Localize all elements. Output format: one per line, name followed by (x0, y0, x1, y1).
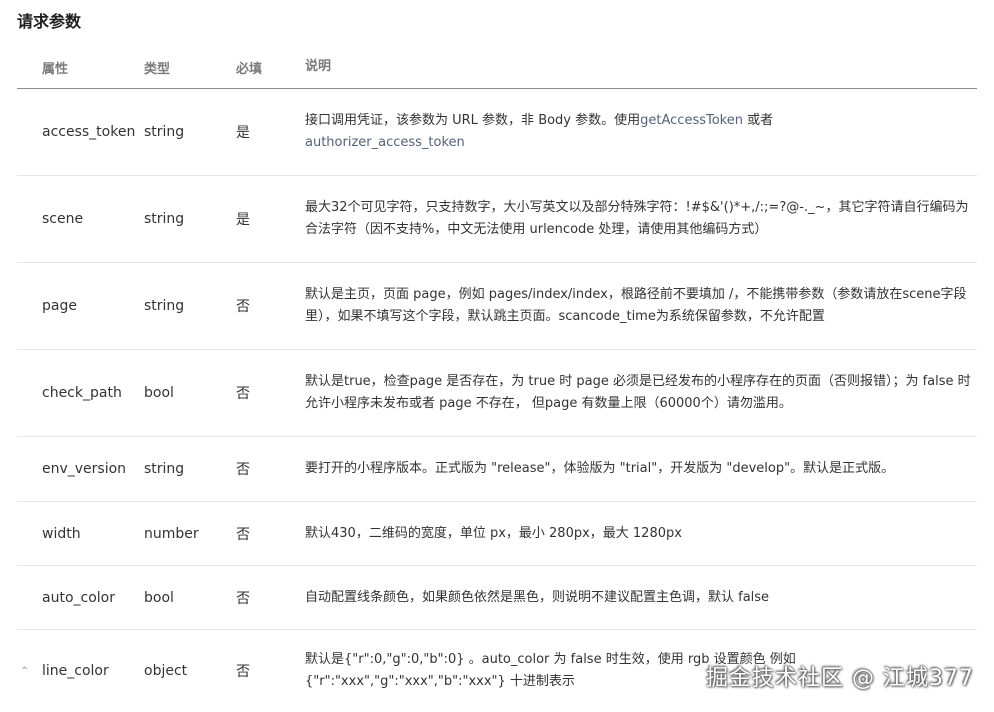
param-name: scene (42, 211, 84, 227)
param-type: object (144, 663, 188, 679)
param-desc: 要打开的小程序版本。正式版为 "release"，体验版为 "trial"，开发… (305, 461, 895, 476)
table-row: auto_color bool 否 自动配置线条颜色，如果颜色依然是黑色，则说明… (17, 566, 977, 630)
param-required: 是 (236, 212, 250, 228)
get-access-token-link[interactable]: getAccessToken (640, 113, 743, 128)
header-desc: 说明 (305, 59, 332, 74)
table-row: scene string 是 最大32个可见字符，只支持数字，大小写英文以及部分… (17, 176, 977, 263)
param-name: width (42, 525, 81, 542)
desc-text: 或者 (742, 113, 774, 128)
desc-text: 接口调用凭证，该参数为 URL 参数，非 Body 参数。使用 (305, 113, 641, 128)
param-desc: 默认是主页，页面 page，例如 pages/index/index，根路径前不… (305, 287, 967, 324)
param-desc: 接口调用凭证，该参数为 URL 参数，非 Body 参数。使用getAccess… (305, 110, 977, 154)
table-row: access_token string 是 接口调用凭证，该参数为 URL 参数… (17, 89, 977, 176)
authorizer-access-token-link[interactable]: authorizer_access_token (305, 135, 465, 150)
header-required: 必填 (236, 61, 263, 77)
param-type: string (144, 298, 185, 314)
param-required: 否 (236, 386, 250, 402)
param-name: env_version (42, 461, 127, 477)
param-type: string (144, 124, 185, 140)
param-name: page (42, 298, 77, 314)
param-required: 否 (236, 299, 250, 315)
page-title: 请求参数 (17, 12, 82, 31)
param-name: access_token (42, 124, 136, 140)
param-desc: 默认430，二维码的宽度，单位 px，最小 280px，最大 1280px (305, 525, 682, 541)
watermark: 掘金技术社区 @ 江城377 (706, 666, 974, 691)
header-type: 类型 (144, 61, 171, 77)
table-row: env_version string 否 要打开的小程序版本。正式版为 "rel… (17, 437, 977, 502)
param-type: string (144, 461, 185, 477)
header-attr: 属性 (42, 61, 69, 77)
param-required: 否 (236, 664, 250, 680)
param-type: number (144, 525, 199, 542)
table-row: check_path bool 否 默认是true，检查page 是否存在，为 … (17, 350, 977, 437)
param-name: ⌃ line_color (17, 663, 144, 679)
param-desc: 默认是true，检查page 是否存在，为 true 时 page 必须是已经发… (305, 374, 971, 411)
param-desc: 自动配置线条颜色，如果颜色依然是黑色，则说明不建议配置主色调，默认 false (305, 589, 770, 605)
param-required: 否 (236, 590, 250, 607)
table-row: width number 否 默认430，二维码的宽度，单位 px，最小 280… (17, 502, 977, 566)
param-name: check_path (42, 385, 122, 401)
table-row: page string 否 默认是主页，页面 page，例如 pages/ind… (17, 263, 977, 350)
param-name: auto_color (42, 589, 115, 606)
param-required: 否 (236, 526, 250, 543)
param-required: 否 (236, 462, 250, 478)
param-type: string (144, 211, 185, 227)
table-header: 属性 类型 必填 说明 (17, 46, 977, 89)
param-desc: 最大32个可见字符，只支持数字，大小写英文以及部分特殊字符：!#$&'()*+,… (305, 200, 969, 237)
param-required: 是 (236, 125, 250, 141)
chevron-up-icon[interactable]: ⌃ (20, 665, 29, 678)
params-table: 属性 类型 必填 说明 access_token string 是 接口调用凭证… (17, 46, 977, 712)
param-type: bool (144, 385, 174, 401)
param-type: bool (144, 589, 174, 606)
param-name-text: line_color (42, 663, 109, 679)
